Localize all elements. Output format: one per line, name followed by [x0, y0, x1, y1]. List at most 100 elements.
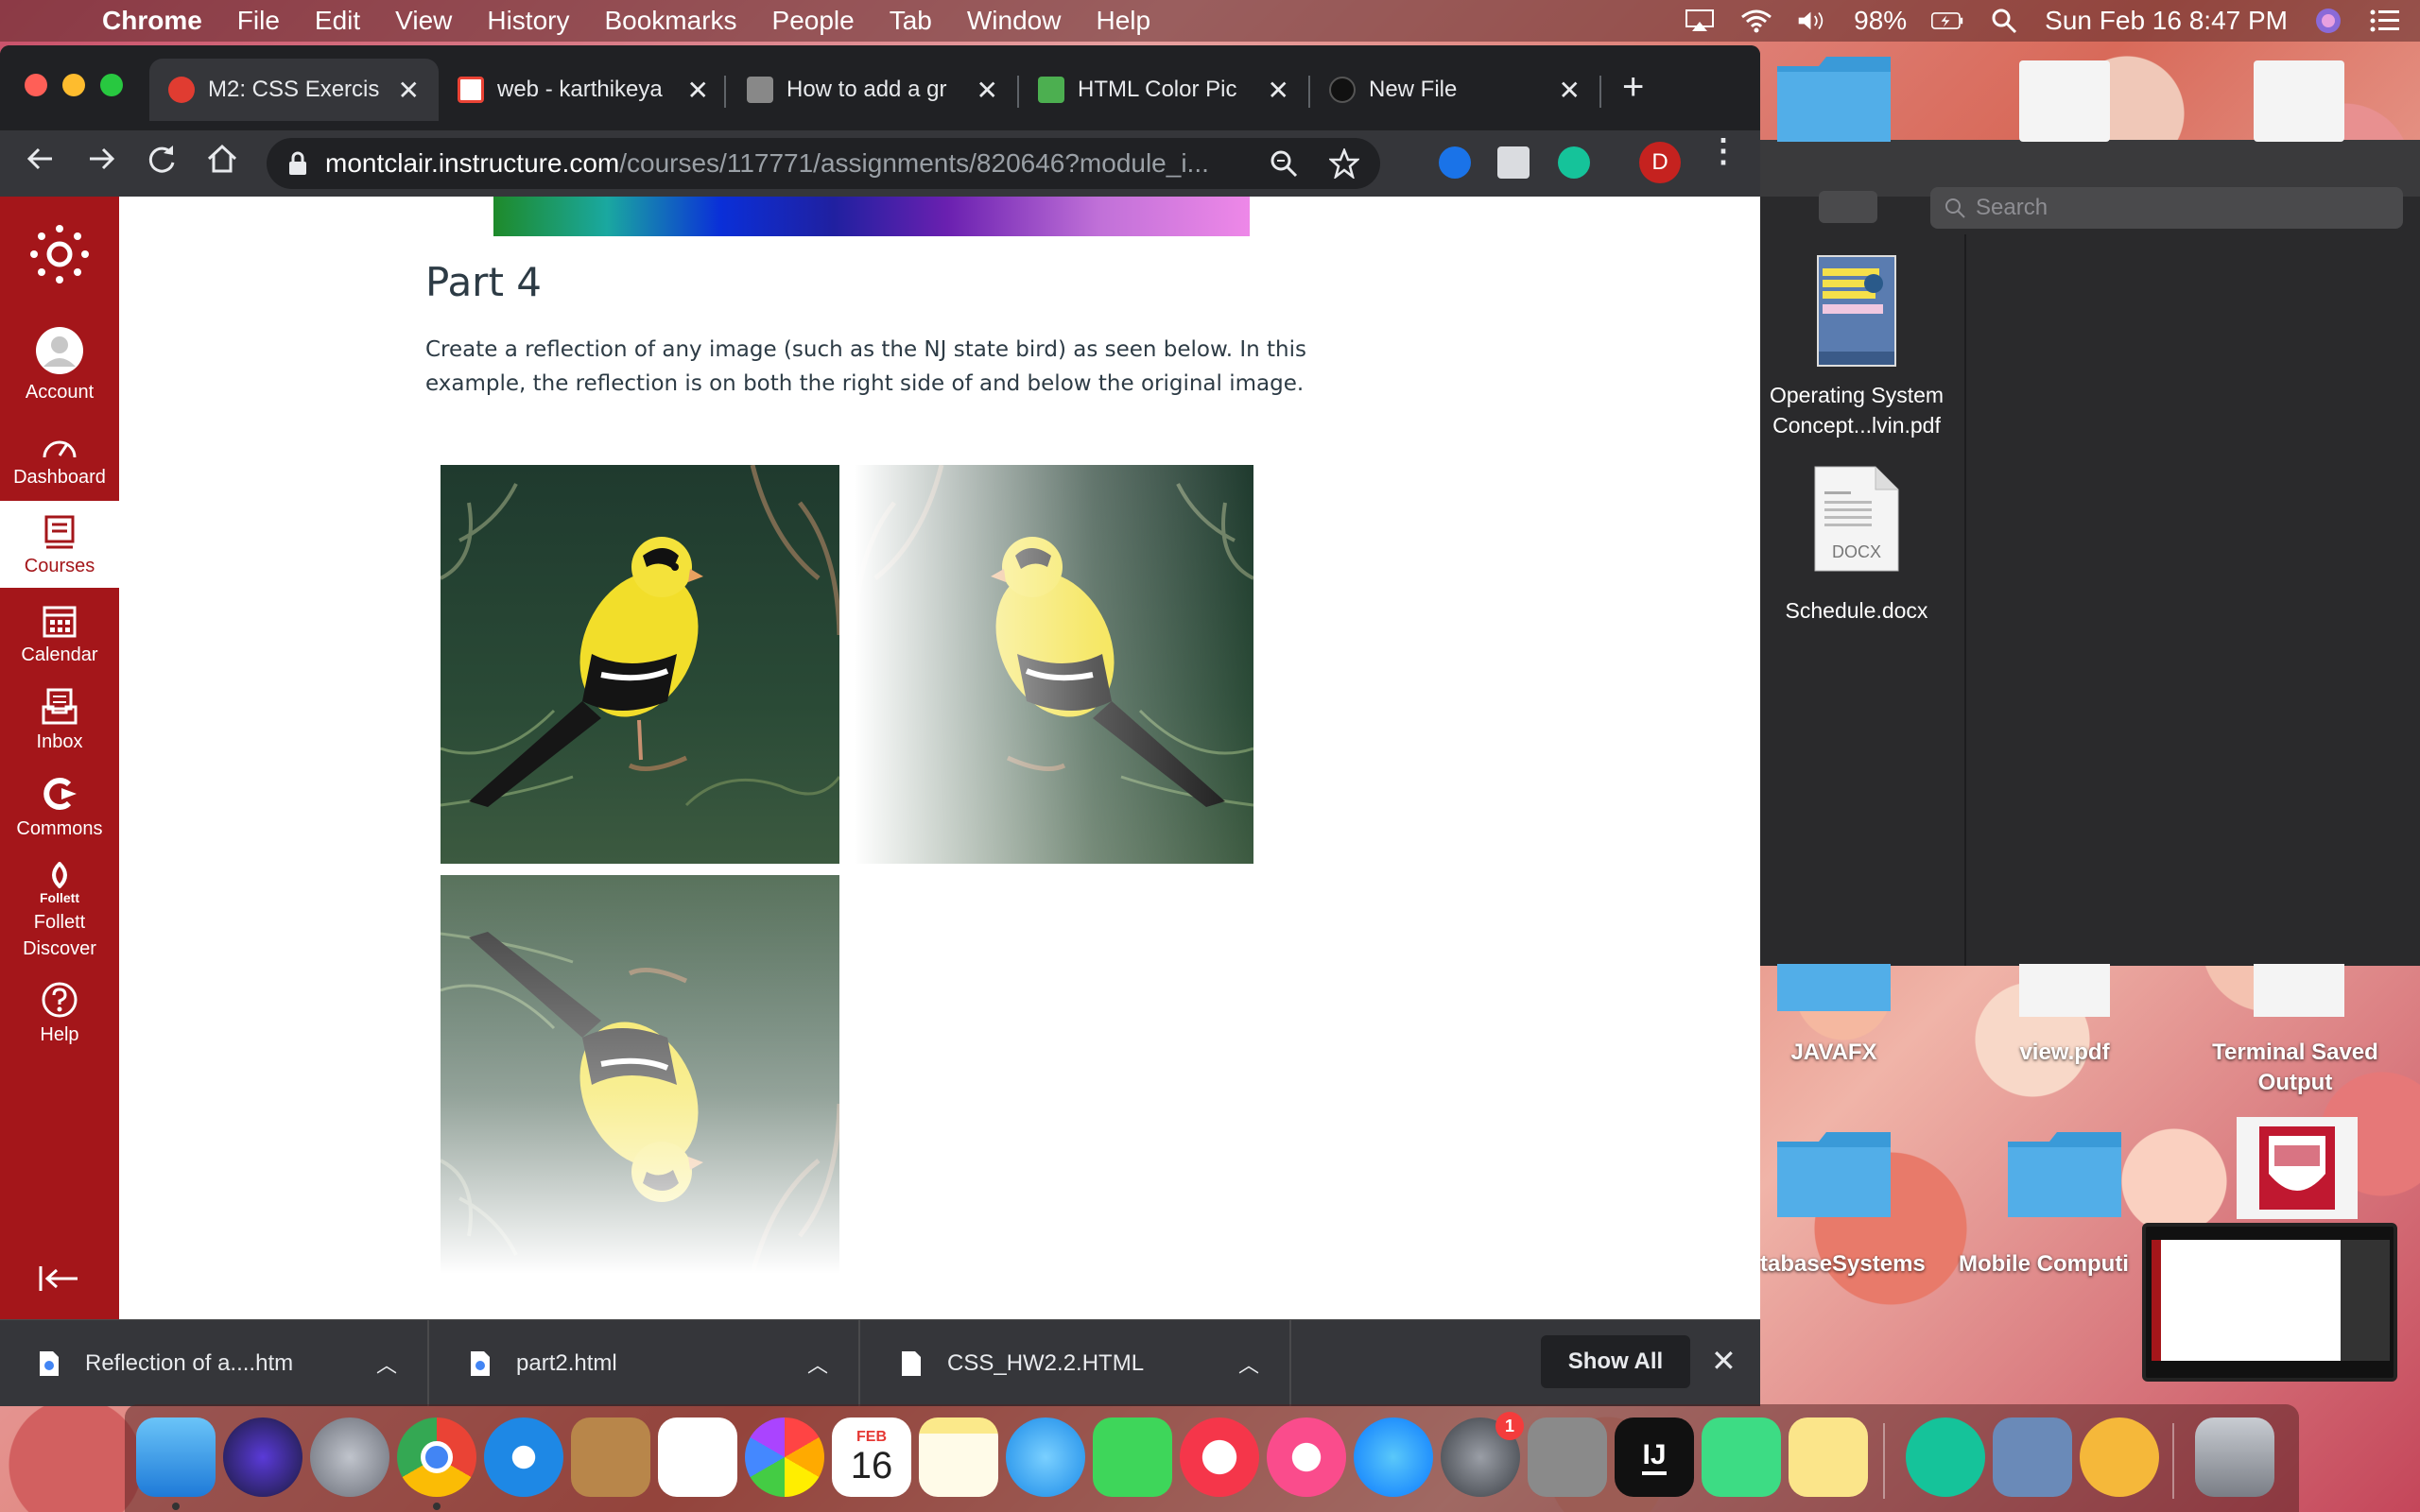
image-file-icon[interactable]	[2237, 1117, 2358, 1219]
nav-item-commons[interactable]: Commons	[0, 775, 119, 840]
chevron-up-icon[interactable]: ︿	[807, 1349, 828, 1379]
screenshot-thumbnail[interactable]	[2142, 1223, 2397, 1382]
profile-avatar[interactable]: D	[1639, 142, 1681, 183]
menu-app-name[interactable]: Chrome	[102, 6, 202, 36]
desktop-doc-top[interactable]	[2019, 60, 2110, 142]
desktop-label-database-systems[interactable]: tabaseSystems	[1760, 1249, 1940, 1280]
nav-item-help[interactable]: Help	[0, 981, 119, 1046]
notification-center-icon[interactable]	[2369, 8, 2401, 34]
grammarly-dock-icon[interactable]	[1906, 1418, 1985, 1497]
airplay-icon[interactable]	[1684, 8, 1716, 34]
download-item[interactable]: Reflection of a....htm ︿	[0, 1320, 429, 1406]
desktop-file-top[interactable]	[2254, 60, 2344, 142]
menu-bookmarks[interactable]: Bookmarks	[604, 6, 736, 36]
tab-close-icon[interactable]: ✕	[1268, 75, 1289, 106]
bookmark-star-icon[interactable]	[1329, 148, 1359, 179]
menu-view[interactable]: View	[395, 6, 452, 36]
pdf-file-icon[interactable]	[2019, 964, 2110, 1017]
reminders-dock-icon[interactable]	[658, 1418, 737, 1497]
zoom-window-button[interactable]	[100, 74, 123, 96]
tab-how-to-add[interactable]: How to add a gr ✕	[728, 59, 1017, 121]
desktop-folder-top[interactable]	[1777, 57, 1891, 142]
address-bar[interactable]: montclair.instructure.com /courses/11777…	[267, 138, 1380, 189]
contacts-dock-icon[interactable]	[571, 1418, 650, 1497]
close-shelf-icon[interactable]: ✕	[1711, 1343, 1737, 1379]
menu-window[interactable]: Window	[967, 6, 1062, 36]
calendar-dock-icon[interactable]: FEB 16	[832, 1418, 911, 1497]
reload-button[interactable]	[140, 142, 183, 184]
stickies-dock-icon[interactable]	[1789, 1418, 1868, 1497]
nav-item-courses[interactable]: Courses	[0, 501, 119, 588]
file-name-schedule[interactable]: Schedule.docx	[1743, 595, 1970, 626]
news-dock-icon[interactable]	[1180, 1418, 1259, 1497]
clock-datetime[interactable]: Sun Feb 16 8:47 PM	[2045, 6, 2288, 36]
lock-icon[interactable]	[287, 151, 308, 176]
spotlight-search-icon[interactable]	[1988, 8, 2020, 34]
tab-gmail[interactable]: web - karthikeya ✕	[439, 59, 728, 121]
battery-icon[interactable]	[1931, 8, 1963, 34]
siri-dock-icon[interactable]	[223, 1418, 302, 1497]
tab-html-color-picker[interactable]: HTML Color Pic ✕	[1019, 59, 1308, 121]
photos-dock-icon[interactable]	[745, 1418, 824, 1497]
collapse-nav-icon[interactable]	[38, 1264, 79, 1297]
extension-image-icon[interactable]	[1497, 146, 1530, 179]
menu-people[interactable]: People	[772, 6, 855, 36]
desktop-label-javafx[interactable]: JAVAFX	[1758, 1038, 1910, 1068]
chevron-up-icon[interactable]: ︿	[1238, 1349, 1259, 1379]
docx-icon[interactable]: DOCX	[1813, 465, 1900, 573]
canvas-logo-icon[interactable]	[28, 223, 91, 290]
intellij-dock-icon[interactable]: IJ	[1615, 1418, 1694, 1497]
tab-close-icon[interactable]: ✕	[398, 75, 420, 106]
home-button[interactable]	[200, 142, 244, 184]
new-tab-button[interactable]: +	[1622, 66, 1644, 109]
terminal-file-icon[interactable]	[2254, 964, 2344, 1017]
folder-icon[interactable]	[1777, 1132, 1891, 1217]
menu-tab[interactable]: Tab	[890, 6, 932, 36]
nav-item-account[interactable]: Account	[0, 325, 119, 404]
forward-button[interactable]	[79, 142, 123, 184]
tab-close-icon[interactable]: ✕	[977, 75, 998, 106]
nav-item-dashboard[interactable]: Dashboard	[0, 431, 119, 489]
trash-dock-icon[interactable]	[2195, 1418, 2274, 1497]
menu-edit[interactable]: Edit	[315, 6, 360, 36]
wifi-icon[interactable]	[1740, 8, 1772, 34]
minimize-window-button[interactable]	[62, 74, 85, 96]
desktop-label-mobile-computing[interactable]: Mobile Computi	[1959, 1249, 2148, 1280]
app-store-dock-icon[interactable]	[1354, 1418, 1433, 1497]
show-all-button[interactable]: Show All	[1541, 1335, 1690, 1388]
folder-icon[interactable]	[2008, 1132, 2121, 1217]
zoom-icon[interactable]	[1269, 148, 1299, 179]
file-name-os-concepts[interactable]: Operating System Concept...lvin.pdf	[1743, 380, 1970, 440]
pdf-book-icon[interactable]	[1817, 255, 1896, 367]
messages-dock-icon[interactable]	[1006, 1418, 1085, 1497]
notes-dock-icon[interactable]	[919, 1418, 998, 1497]
extension-search-icon[interactable]	[1439, 146, 1471, 179]
desktop-label-view-pdf[interactable]: view.pdf	[1989, 1038, 2140, 1068]
grammarly-extension-icon[interactable]	[1558, 146, 1590, 179]
download-item[interactable]: CSS_HW2.2.HTML ︿	[862, 1320, 1291, 1406]
tab-new-file[interactable]: New File ✕	[1310, 59, 1599, 121]
preview-dock-icon[interactable]	[1993, 1418, 2072, 1497]
nav-item-follett-discover[interactable]: Follett Follett Discover	[0, 862, 119, 962]
safari-dock-icon[interactable]	[484, 1418, 563, 1497]
facetime-dock-icon[interactable]	[1093, 1418, 1172, 1497]
tab-close-icon[interactable]: ✕	[1559, 75, 1581, 106]
app-dock-icon[interactable]	[2080, 1418, 2159, 1497]
tab-close-icon[interactable]: ✕	[687, 75, 709, 106]
chrome-dock-icon[interactable]	[397, 1418, 476, 1497]
nav-item-calendar[interactable]: Calendar	[0, 603, 119, 666]
finder-search-field[interactable]: Search	[1930, 187, 2403, 229]
menu-help[interactable]: Help	[1096, 6, 1150, 36]
siri-icon[interactable]	[2312, 8, 2344, 34]
system-preferences-dock-icon[interactable]: 1	[1441, 1412, 1524, 1497]
folder-icon[interactable]	[1777, 964, 1891, 1011]
menu-history[interactable]: History	[487, 6, 569, 36]
launchpad-dock-icon[interactable]	[310, 1418, 389, 1497]
android-studio-dock-icon[interactable]	[1702, 1418, 1781, 1497]
calculator-dock-icon[interactable]	[1528, 1418, 1607, 1497]
menu-file[interactable]: File	[237, 6, 280, 36]
desktop-label-terminal-saved-output[interactable]: Terminal Saved Output	[2201, 1038, 2390, 1098]
finder-tag-button[interactable]	[1819, 191, 1877, 223]
download-item[interactable]: part2.html ︿	[431, 1320, 860, 1406]
chevron-up-icon[interactable]: ︿	[376, 1349, 397, 1379]
